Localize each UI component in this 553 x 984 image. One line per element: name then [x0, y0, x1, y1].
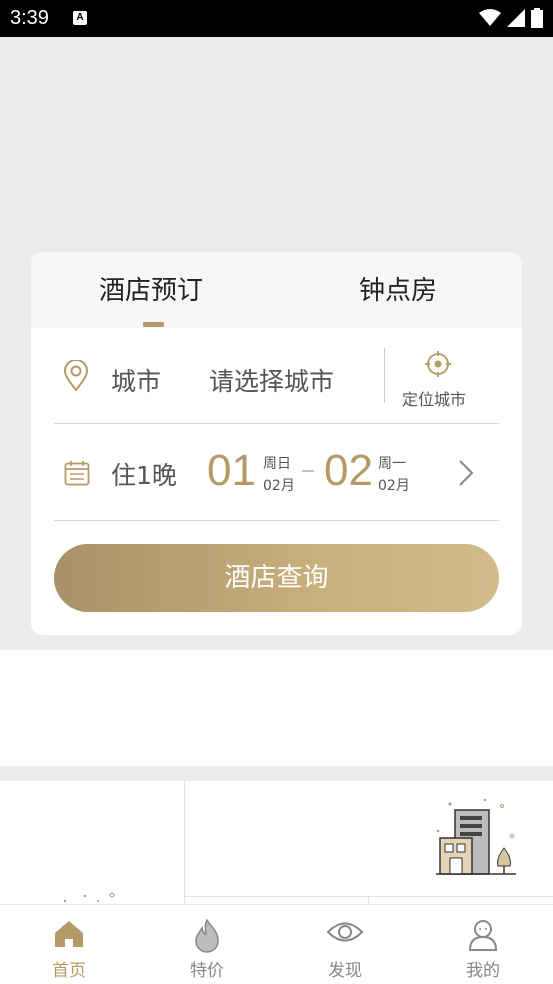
status-icons [479, 8, 543, 28]
bottom-tab-bar: 首页 特价 发现 我的 [0, 904, 553, 984]
tab-specials[interactable]: 特价 [138, 905, 276, 984]
hotel-search-button[interactable]: 酒店查询 [54, 544, 499, 612]
hotel-building-icon[interactable] [430, 796, 520, 878]
divider [54, 423, 499, 424]
checkout-meta: 周一 02月 [378, 453, 410, 497]
user-icon [468, 920, 498, 951]
tab-home[interactable]: 首页 [0, 905, 138, 984]
content-strip [0, 650, 553, 766]
checkin-month: 02月 [263, 478, 295, 494]
tab-hotel-booking[interactable]: 酒店预订 [99, 270, 203, 307]
city-row[interactable]: 城市 请选择城市 定位城市 [54, 342, 499, 422]
status-time: 3:39 [10, 7, 49, 29]
tab-label: 首页 [52, 961, 86, 981]
city-label: 城市 [111, 367, 162, 396]
checkin-meta: 周日 02月 [263, 453, 295, 497]
home-icon [55, 921, 83, 947]
tab-hourly-room[interactable]: 钟点房 [359, 270, 437, 307]
crosshair-icon [425, 351, 451, 377]
nights-count: 住1晚 [111, 461, 177, 490]
checkout-day[interactable]: 02 [324, 446, 373, 496]
checkout-month: 02月 [378, 478, 410, 494]
city-select[interactable]: 请选择城市 [209, 362, 334, 398]
tab-discover[interactable]: 发现 [276, 905, 414, 984]
separator [384, 348, 385, 403]
wifi-icon [479, 9, 501, 26]
checkin-day[interactable]: 01 [207, 446, 256, 496]
date-range-dash [302, 470, 314, 472]
status-bar: 3:39 A [0, 0, 553, 37]
chevron-right-icon[interactable] [456, 458, 476, 488]
booking-tabs: 酒店预订 钟点房 [31, 252, 522, 328]
tile-divider [184, 781, 185, 905]
tab-label: 发现 [328, 961, 362, 981]
locate-city-label: 定位城市 [402, 390, 467, 409]
promo-tiles [0, 781, 553, 905]
tab-indicator [143, 322, 164, 327]
checkin-weekday: 周日 [263, 456, 291, 472]
tab-label: 特价 [190, 961, 224, 981]
tab-profile[interactable]: 我的 [414, 905, 552, 984]
locate-city-button[interactable]: 定位城市 [400, 350, 480, 410]
divider [54, 520, 499, 521]
calendar-icon [64, 461, 90, 486]
signal-icon [507, 9, 525, 27]
flame-icon [195, 919, 219, 953]
checkout-weekday: 周一 [378, 456, 406, 472]
battery-icon [531, 8, 543, 28]
eye-icon [326, 922, 364, 942]
booking-card: 酒店预订 钟点房 城市 请选择城市 定位城市 住1晚 01 周日 02月 02 … [31, 252, 522, 635]
sparkle-decoration-icon [63, 892, 115, 903]
location-pin-icon [63, 360, 89, 392]
date-row[interactable]: 住1晚 01 周日 02月 02 周一 02月 [54, 442, 499, 522]
tab-label: 我的 [466, 961, 500, 981]
notification-icon: A [73, 11, 87, 25]
section-gap [0, 766, 553, 781]
